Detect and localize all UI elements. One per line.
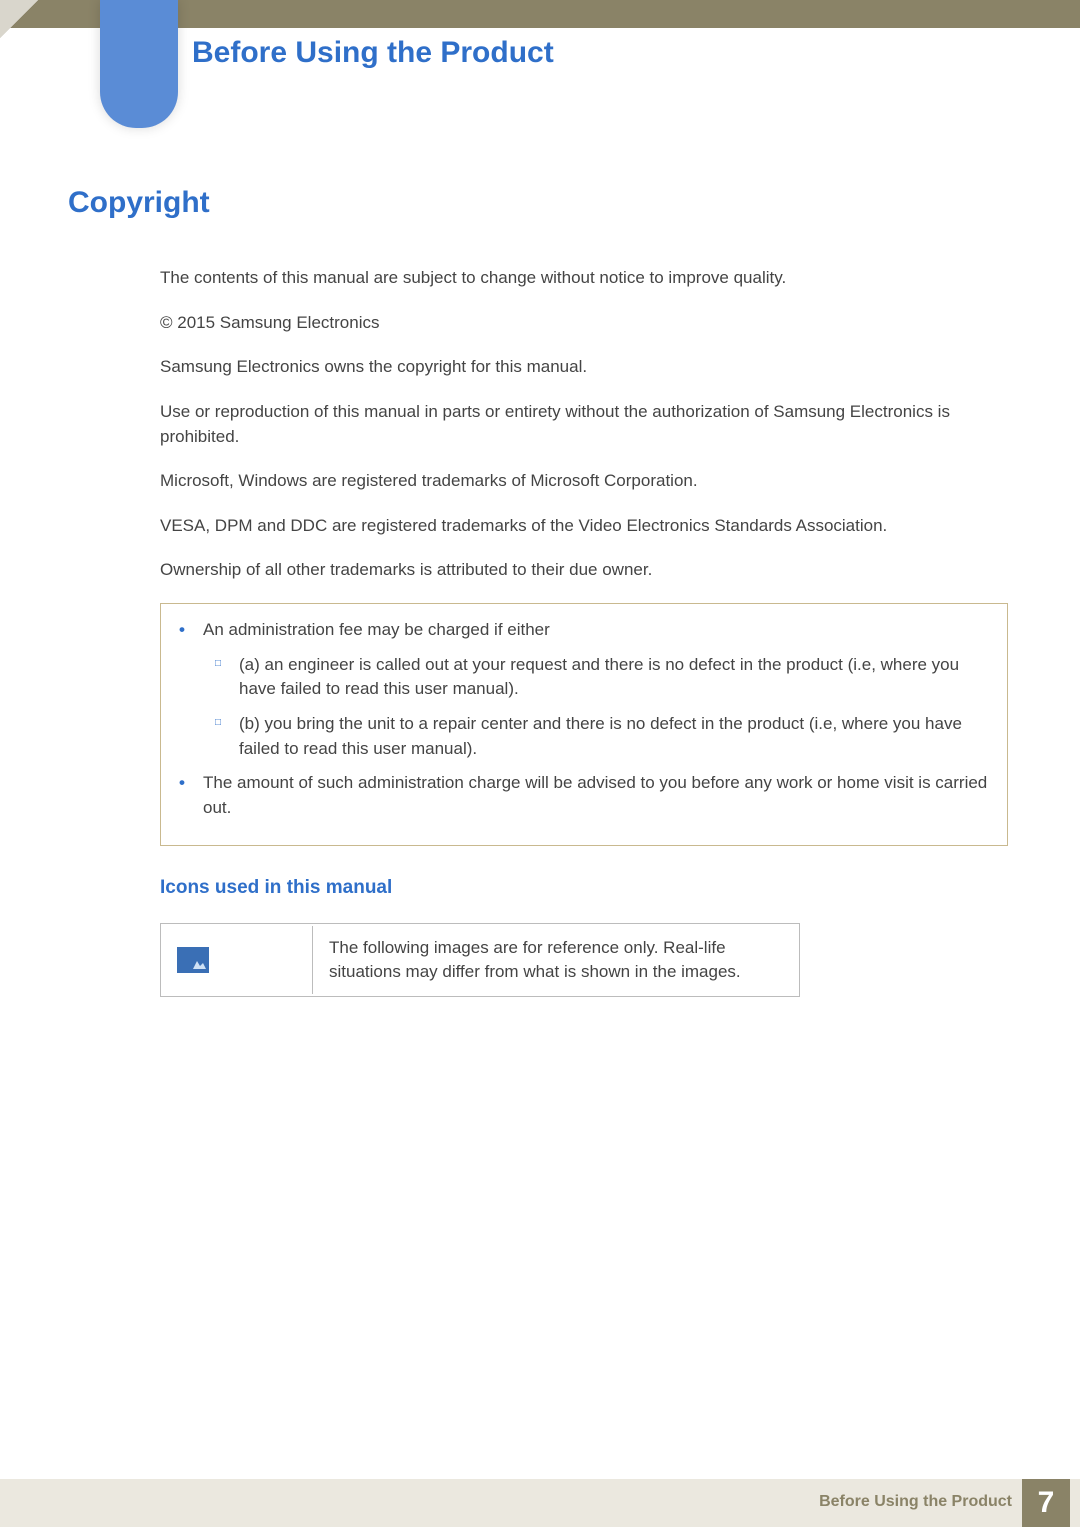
table-row: The following images are for reference o…: [163, 926, 797, 994]
list-item: An administration fee may be charged if …: [167, 618, 993, 761]
paragraph: Samsung Electronics owns the copyright f…: [160, 355, 1008, 380]
icon-table: The following images are for reference o…: [160, 923, 800, 997]
chapter-tab: [100, 0, 178, 128]
paragraph: VESA, DPM and DDC are registered tradema…: [160, 514, 1008, 539]
list-item: The amount of such administration charge…: [167, 771, 993, 820]
paragraph: © 2015 Samsung Electronics: [160, 311, 1008, 336]
page-footer: Before Using the Product 7: [0, 1479, 1080, 1527]
section-title: Copyright: [68, 186, 1008, 220]
paragraph: The contents of this manual are subject …: [160, 266, 1008, 291]
notice-box: An administration fee may be charged if …: [160, 603, 1008, 845]
reference-image-icon: [177, 947, 209, 973]
subsection-title: Icons used in this manual: [160, 874, 1008, 902]
content-area: Copyright The contents of this manual ar…: [68, 186, 1008, 997]
footer-chapter-label: Before Using the Product: [819, 1493, 1012, 1511]
list-text: An administration fee may be charged if …: [203, 620, 550, 639]
chapter-title: Before Using the Product: [192, 36, 554, 70]
paragraph: Ownership of all other trademarks is att…: [160, 558, 1008, 583]
icon-cell: [163, 926, 313, 994]
paragraph: Microsoft, Windows are registered tradem…: [160, 469, 1008, 494]
body-text: The contents of this manual are subject …: [160, 266, 1008, 997]
paragraph: Use or reproduction of this manual in pa…: [160, 400, 1008, 449]
page-number: 7: [1022, 1479, 1070, 1527]
sublist-item: (b) you bring the unit to a repair cente…: [203, 712, 993, 761]
icon-description: The following images are for reference o…: [315, 926, 797, 994]
page-corner-fold: [0, 0, 38, 38]
sublist-item: (a) an engineer is called out at your re…: [203, 653, 993, 702]
